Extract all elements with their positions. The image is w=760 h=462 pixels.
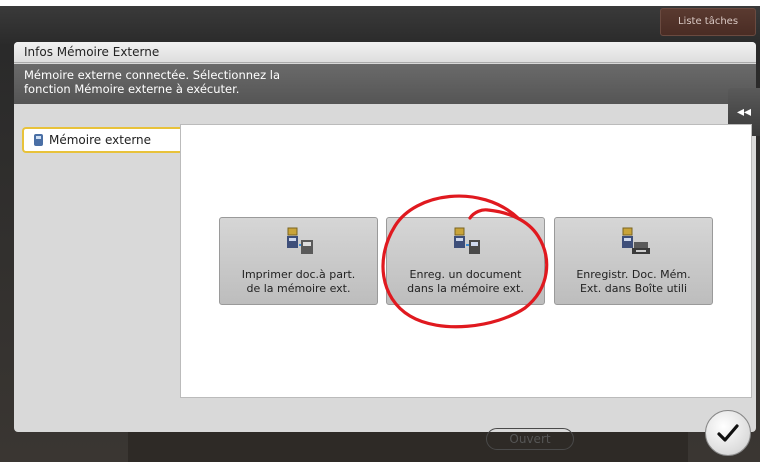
print-from-memory-label: Imprimer doc.à part. de la mémoire ext. (241, 268, 356, 295)
save-to-box-icon (621, 227, 650, 254)
double-chevron-left-icon: ◂◂ (736, 104, 752, 120)
save-to-box-label: Enregistr. Doc. Mém. Ext. dans Boîte uti… (576, 268, 691, 295)
bottom-bar (128, 432, 688, 462)
save-to-memory-button[interactable]: Enreg. un document dans la mémoire ext. (386, 217, 545, 305)
memory-card-icon (34, 134, 43, 146)
confirm-button[interactable] (705, 410, 751, 456)
print-from-memory-icon (286, 227, 313, 254)
tab-external-memory-label: Mémoire externe (49, 133, 152, 147)
dialog-message-line1: Mémoire externe connectée. Sélectionnez … (24, 68, 281, 82)
print-from-memory-button[interactable]: Imprimer doc.à part. de la mémoire ext. (219, 217, 378, 305)
tab-external-memory[interactable]: Mémoire externe (22, 127, 184, 153)
dialog-message-line2: fonction Mémoire externe à exécuter. (24, 82, 240, 96)
dialog-message: Mémoire externe connectée. Sélectionnez … (14, 64, 756, 104)
task-list-button[interactable]: Liste tâches (660, 8, 756, 36)
save-to-memory-label: Enreg. un document dans la mémoire ext. (407, 268, 524, 295)
open-button[interactable]: Ouvert (486, 428, 574, 450)
dialog-title: Infos Mémoire Externe (14, 42, 756, 63)
save-to-box-button[interactable]: Enregistr. Doc. Mém. Ext. dans Boîte uti… (554, 217, 713, 305)
checkmark-icon (717, 424, 739, 442)
save-to-memory-icon (453, 227, 480, 254)
